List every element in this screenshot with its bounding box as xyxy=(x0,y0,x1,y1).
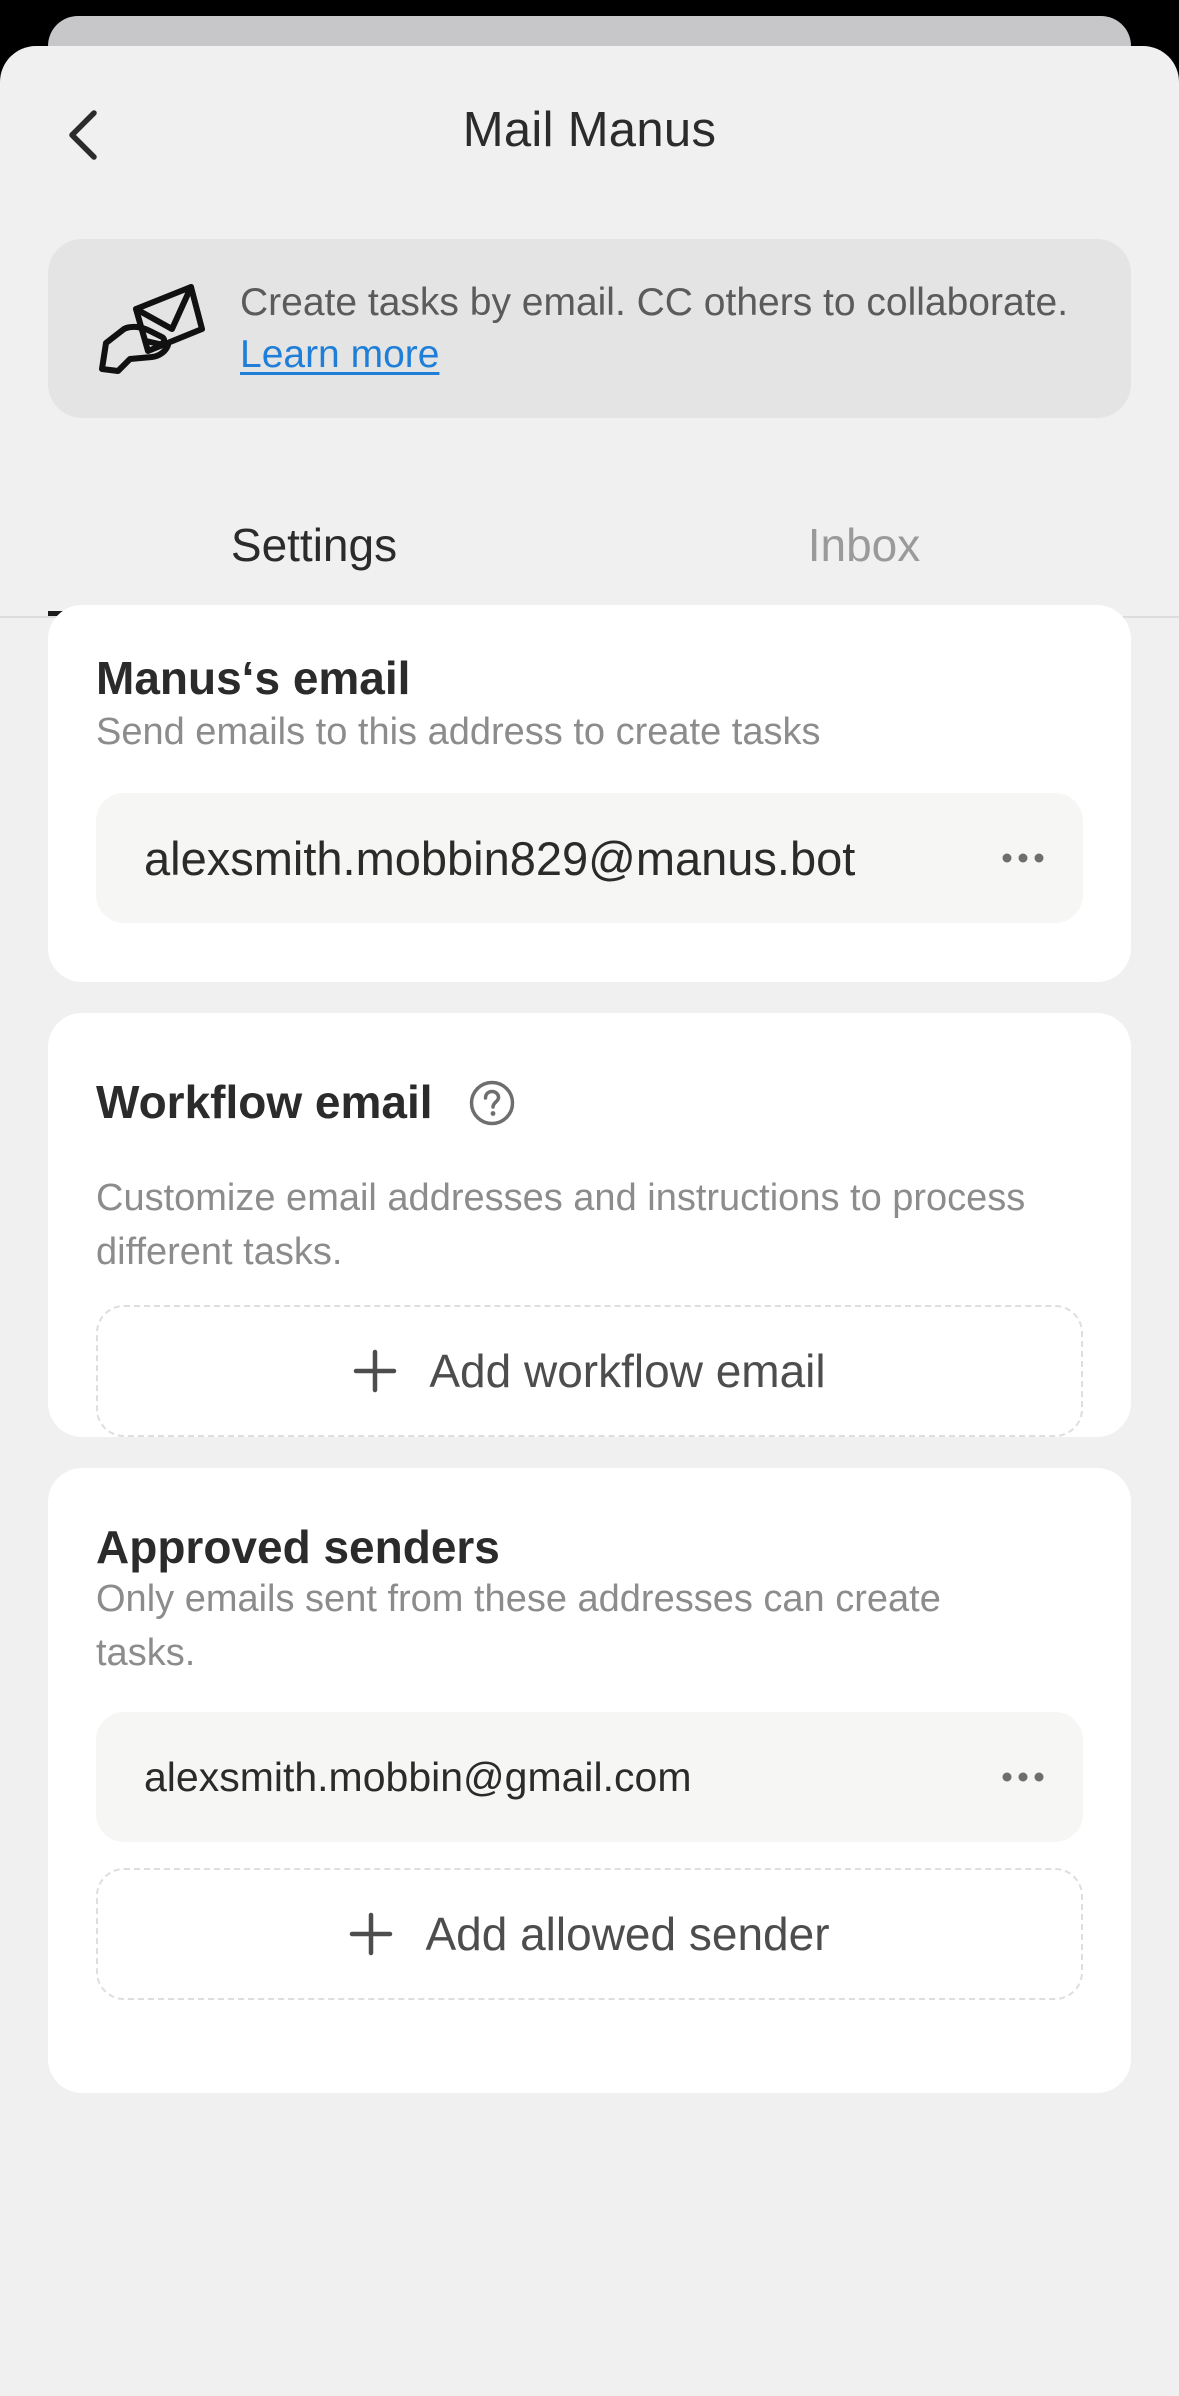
approved-senders-card: Approved senders Only emails sent from t… xyxy=(48,1468,1131,2093)
add-workflow-email-button[interactable]: Add workflow email xyxy=(96,1305,1083,1437)
tab-bar: Settings Inbox xyxy=(0,476,1179,618)
tab-settings[interactable]: Settings xyxy=(48,476,580,616)
add-allowed-sender-button[interactable]: Add allowed sender xyxy=(96,1868,1083,2000)
banner-text: Create tasks by email. CC others to coll… xyxy=(240,277,1100,381)
header: Mail Manus xyxy=(0,46,1179,216)
manus-email-card: Manus‘s email Send emails to this addres… xyxy=(48,605,1131,982)
tab-inbox[interactable]: Inbox xyxy=(600,476,1128,614)
ellipsis-icon xyxy=(1002,853,1044,863)
add-allowed-sender-label: Add allowed sender xyxy=(425,1908,830,1960)
question-circle-icon[interactable] xyxy=(468,1079,516,1127)
learn-more-link[interactable]: Learn more xyxy=(240,333,439,376)
workflow-email-title: Workflow email xyxy=(96,1076,433,1128)
manus-email-more-button[interactable] xyxy=(993,828,1053,888)
plus-icon xyxy=(354,1349,397,1393)
mail-manus-sheet: Mail Manus Create tasks by email. CC oth… xyxy=(0,46,1179,2396)
approved-senders-subtitle: Only emails sent from these addresses ca… xyxy=(96,1578,941,1674)
approved-senders-title: Approved senders xyxy=(96,1521,500,1573)
add-workflow-email-label: Add workflow email xyxy=(429,1345,826,1397)
manus-email-title: Manus‘s email xyxy=(96,652,411,704)
manus-email-row: alexsmith.mobbin829@manus.bot xyxy=(96,793,1083,923)
sender-row: alexsmith.mobbin@gmail.com xyxy=(96,1712,1083,1842)
manus-email-address: alexsmith.mobbin829@manus.bot xyxy=(144,831,856,885)
banner-description: Create tasks by email. CC others to coll… xyxy=(240,281,1069,324)
workflow-email-card: Workflow email Customize email addresses… xyxy=(48,1013,1131,1437)
info-banner: Create tasks by email. CC others to coll… xyxy=(48,239,1131,418)
hand-envelope-icon xyxy=(99,284,205,374)
sender-more-button[interactable] xyxy=(993,1747,1053,1807)
plus-icon xyxy=(350,1912,393,1956)
workflow-email-subtitle: Customize email addresses and instructio… xyxy=(96,1177,1026,1273)
sender-address: alexsmith.mobbin@gmail.com xyxy=(144,1753,692,1800)
manus-email-subtitle: Send emails to this address to create ta… xyxy=(96,711,821,753)
ellipsis-icon xyxy=(1002,1772,1044,1782)
page-title: Mail Manus xyxy=(462,103,717,157)
